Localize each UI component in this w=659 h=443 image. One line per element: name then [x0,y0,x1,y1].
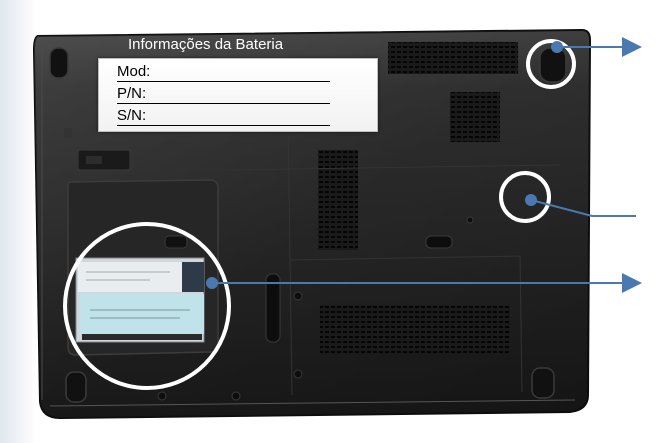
battery-info-title: Informações da Bateria [128,36,284,53]
service-label [75,257,205,343]
screw-hole [64,128,72,138]
battery-model-label: Mod: [117,63,151,80]
panel-screw [164,235,188,249]
battery-part-number-field: P/N: [117,85,330,104]
battery-serial-number-label: S/N: [117,107,147,124]
battery-model-field: Mod: [117,63,330,82]
battery-latch [77,149,131,171]
battery-serial-number-field: S/N: [117,107,330,126]
battery-info-box: Mod: P/N: S/N: [98,58,378,132]
battery-part-number-label: P/N: [117,85,147,102]
